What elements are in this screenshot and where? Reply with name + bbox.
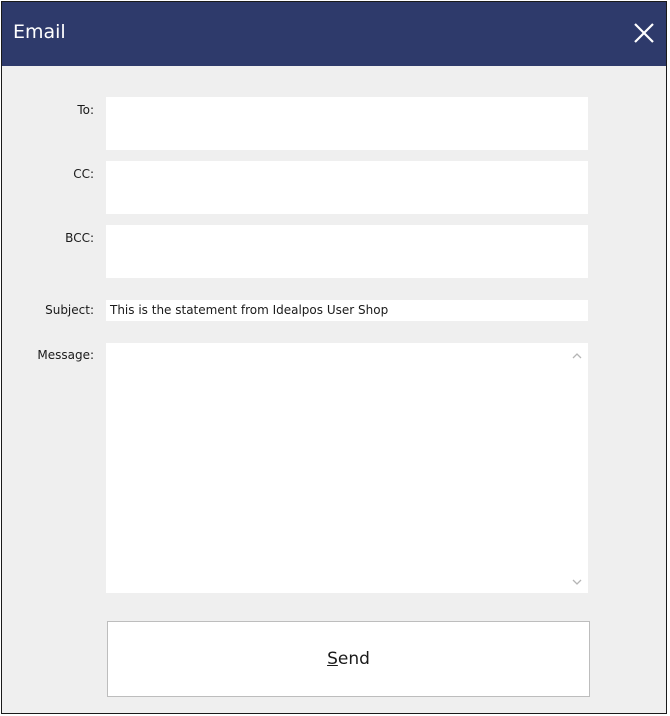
bcc-label: BCC: [65, 231, 94, 245]
close-icon[interactable] [630, 19, 658, 47]
send-mnemonic: S [327, 649, 338, 669]
title-bar: Email [2, 2, 666, 66]
send-button[interactable]: Send [107, 621, 590, 697]
email-dialog: Email To: CC: BCC: Subject: This is the … [1, 1, 667, 714]
send-label: end [337, 649, 370, 669]
message-area[interactable] [106, 343, 588, 593]
subject-field[interactable]: This is the statement from Idealpos User… [106, 300, 588, 321]
scroll-down-icon[interactable] [572, 577, 582, 587]
message-label: Message: [37, 348, 94, 362]
cc-field[interactable] [106, 161, 588, 214]
cc-label: CC: [73, 167, 94, 181]
subject-label: Subject: [45, 303, 94, 317]
bcc-field[interactable] [106, 225, 588, 278]
scroll-up-icon[interactable] [572, 351, 582, 361]
message-scrollbar[interactable] [566, 343, 588, 593]
subject-text: This is the statement from Idealpos User… [110, 303, 389, 317]
to-label: To: [77, 103, 94, 117]
dialog-title: Email [13, 21, 66, 43]
to-field[interactable] [106, 97, 588, 150]
